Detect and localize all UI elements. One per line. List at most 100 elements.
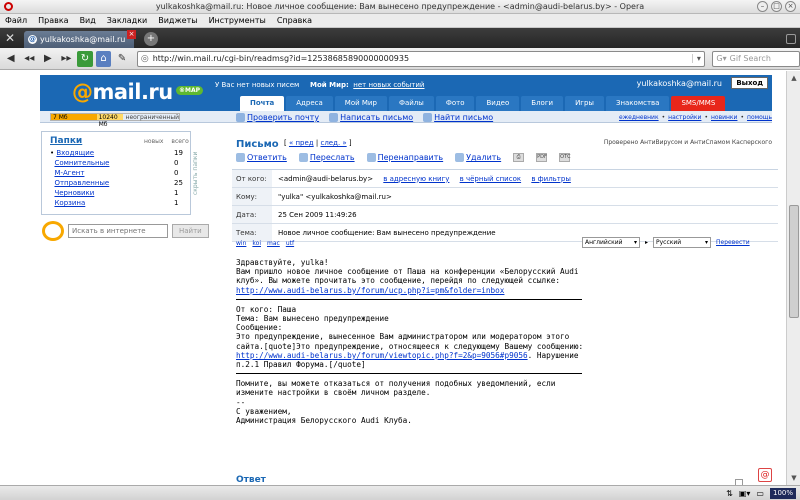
- tab-close-icon[interactable]: ×: [127, 30, 136, 39]
- tab-addresses[interactable]: Адреса: [286, 96, 333, 111]
- exit-button[interactable]: Выход: [731, 77, 768, 89]
- tab-my-world[interactable]: Мой Мир: [334, 96, 387, 111]
- search-engine-icon[interactable]: G▾: [716, 54, 726, 63]
- internet-search-button[interactable]: Найти: [172, 224, 209, 238]
- folders-columns: новых всего: [144, 138, 189, 145]
- search-field[interactable]: G▾ Gif Search: [712, 50, 800, 67]
- close-icon[interactable]: ×: [785, 1, 796, 12]
- reply-section-title[interactable]: Ответ: [236, 475, 266, 485]
- tab-files[interactable]: Файлы: [388, 96, 434, 111]
- transfer-icon[interactable]: ⇅: [726, 489, 733, 498]
- tab-video[interactable]: Видео: [476, 96, 520, 111]
- mailru-logo[interactable]: @mail.ru: [72, 80, 173, 104]
- reply-action[interactable]: Ответить: [236, 153, 287, 162]
- calendar-link[interactable]: ежедневник: [619, 114, 659, 121]
- my-world-link[interactable]: нет новых событий: [353, 81, 424, 89]
- zoom-level[interactable]: 100%: [769, 487, 796, 499]
- map-badge[interactable]: ®МАР: [176, 86, 204, 95]
- scroll-down-icon[interactable]: ▼: [789, 473, 799, 483]
- tab-photo[interactable]: Фото: [435, 96, 475, 111]
- tab-dating[interactable]: Знакомства: [605, 96, 670, 111]
- add-to-addressbook-link[interactable]: в адресную книгу: [383, 175, 449, 183]
- forward-icon[interactable]: ▶: [40, 51, 56, 67]
- rewind-icon[interactable]: ◂◂: [22, 51, 38, 67]
- menu-bookmarks[interactable]: Закладки: [107, 16, 147, 25]
- translate-to-select[interactable]: Русский: [653, 237, 712, 248]
- speed-dial-icon[interactable]: ▣▾: [739, 489, 751, 498]
- menu-view[interactable]: Вид: [80, 16, 96, 25]
- add-to-blacklist-link[interactable]: в чёрный список: [460, 175, 521, 183]
- fastforward-icon[interactable]: ▸▸: [59, 51, 75, 67]
- folder-inbox[interactable]: • Входящие 19: [50, 149, 185, 157]
- opera-icon[interactable]: [4, 2, 13, 11]
- next-letter-link[interactable]: след. »: [320, 139, 346, 147]
- address-dropdown-icon[interactable]: ▾: [692, 54, 704, 63]
- forward-action[interactable]: Переслать: [298, 153, 355, 162]
- help-link[interactable]: помощь: [747, 114, 772, 121]
- tab-sms[interactable]: SMS/MMS: [671, 96, 726, 111]
- quota-used: 7 Мб: [51, 114, 97, 121]
- edit-icon[interactable]: ✎: [114, 51, 130, 67]
- menu-tools[interactable]: Инструменты: [209, 16, 266, 25]
- quota-unlimited[interactable]: неограниченный: [123, 114, 179, 121]
- print-icon[interactable]: ⎙: [513, 153, 525, 162]
- internet-search-input[interactable]: [68, 224, 168, 238]
- home-icon[interactable]: ⌂: [95, 50, 112, 67]
- new-tab-button[interactable]: +: [144, 32, 158, 46]
- collapse-folders[interactable]: скрыть папки: [192, 131, 202, 215]
- reload-icon[interactable]: ↻: [77, 50, 93, 67]
- scroll-up-icon[interactable]: ▲: [789, 73, 799, 83]
- write-letter-link[interactable]: Написать письмо: [340, 113, 413, 122]
- encoding-utf[interactable]: utf: [286, 240, 294, 247]
- news-link[interactable]: новинки: [711, 114, 737, 121]
- folder-trash[interactable]: Корзина 1: [50, 199, 185, 207]
- translate-link[interactable]: Перевести: [716, 239, 750, 246]
- scroll-thumb[interactable]: [789, 205, 799, 318]
- back-icon[interactable]: ◀: [3, 51, 19, 67]
- menu-widgets[interactable]: Виджеты: [158, 16, 197, 25]
- add-to-filters-link[interactable]: в фильтры: [531, 175, 571, 183]
- folder-sent[interactable]: Отправленные 25: [50, 179, 185, 187]
- find-letter-link[interactable]: Найти письмо: [434, 113, 493, 122]
- view-icon[interactable]: ▭: [756, 489, 764, 498]
- header-to: Кому: "yulka" <yulkakoshka@mail.ru>: [232, 188, 778, 206]
- body-separator: [236, 298, 582, 300]
- tools-icon[interactable]: ✕: [0, 28, 20, 48]
- tab-mail-service[interactable]: Почта: [240, 96, 285, 111]
- redirect-action[interactable]: Перенаправить: [366, 153, 443, 162]
- prev-letter-link[interactable]: « пред: [289, 139, 314, 147]
- inbox-link[interactable]: http://www.audi-belarus.by/forum/ucp.php…: [236, 286, 504, 295]
- tab-games[interactable]: Игры: [565, 96, 604, 111]
- encoding-mac[interactable]: mac: [267, 240, 280, 247]
- mail-agent-icon[interactable]: @: [758, 468, 772, 482]
- translate-panel: Английский ▸ Русский Перевести: [582, 237, 750, 248]
- window-controls: – □ ×: [757, 1, 796, 12]
- pdf-icon[interactable]: PDF: [536, 153, 548, 162]
- tab-mail[interactable]: @ yulkakoshka@mail.ru ×: [24, 30, 136, 48]
- tab-menu-icon[interactable]: [786, 34, 796, 44]
- encoding-koi[interactable]: koi: [252, 240, 261, 247]
- settings-link[interactable]: настройки: [668, 114, 701, 121]
- topic-link[interactable]: http://www.audi-belarus.by/forum/viewtop…: [236, 351, 528, 360]
- folders-title[interactable]: Папки: [50, 136, 82, 146]
- folder-spam[interactable]: Сомнительные 0: [50, 159, 185, 167]
- translate-from-select[interactable]: Английский: [582, 237, 640, 248]
- maximize-icon[interactable]: □: [771, 1, 782, 12]
- body-greeting: Здравствуйте, yulka! Вам пришло новое ли…: [236, 258, 579, 286]
- menu-edit[interactable]: Правка: [38, 16, 68, 25]
- menu-help[interactable]: Справка: [277, 16, 312, 25]
- folder-agent[interactable]: М-Агент 0: [50, 169, 185, 177]
- minimize-icon[interactable]: –: [757, 1, 768, 12]
- vertical-scrollbar[interactable]: ▲ ▼: [786, 71, 800, 485]
- menu-file[interactable]: Файл: [5, 16, 27, 25]
- delete-action[interactable]: Удалить: [455, 153, 501, 162]
- my-world-status: Мой Мир: нет новых событий: [310, 81, 425, 89]
- encoding-win[interactable]: win: [236, 240, 246, 247]
- user-email[interactable]: yulkakoshka@mail.ru: [637, 79, 722, 88]
- tab-blogs[interactable]: Блоги: [521, 96, 564, 111]
- check-mail-link[interactable]: Проверить почту: [247, 113, 319, 122]
- address-bar[interactable]: ◎ http://win.mail.ru/cgi-bin/readmsg?id=…: [136, 50, 706, 67]
- write-icon: [329, 113, 339, 122]
- folder-drafts[interactable]: Черновики 1: [50, 189, 185, 197]
- ots-icon[interactable]: ОТС: [559, 153, 571, 162]
